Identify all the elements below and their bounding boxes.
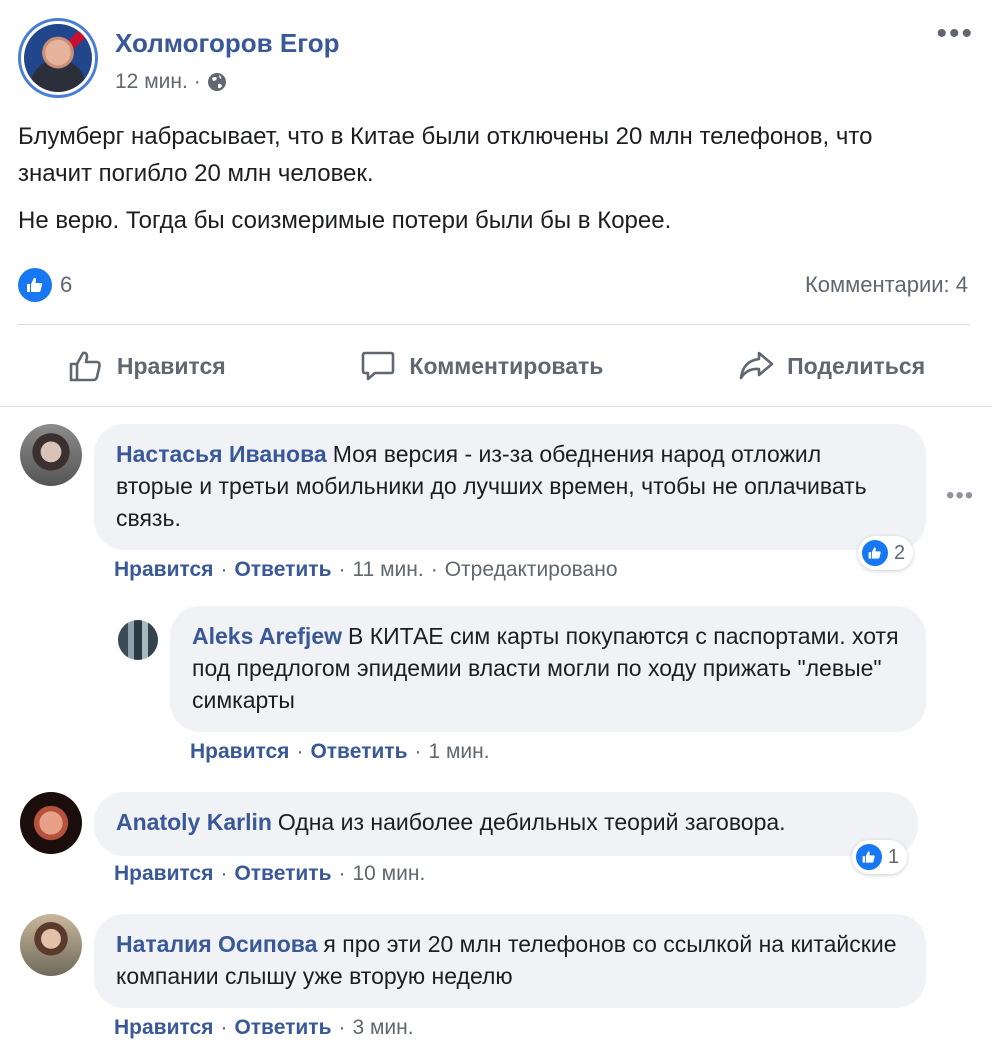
reactions-summary[interactable]: 6 xyxy=(18,268,72,302)
divider xyxy=(18,324,970,325)
comment-like-link[interactable]: Нравится xyxy=(114,558,213,581)
comment-button-label: Комментировать xyxy=(409,352,604,379)
comment-reaction-count: 2 xyxy=(894,541,906,564)
like-reaction-icon xyxy=(18,268,52,302)
comment-time[interactable]: 1 мин. xyxy=(428,740,489,763)
author-name[interactable]: Холмогоров Егор xyxy=(115,28,339,59)
action-bar: Нравится Комментировать Поделиться xyxy=(0,338,992,394)
like-reaction-icon xyxy=(854,842,884,872)
likes-count: 6 xyxy=(60,272,73,297)
comment-reply-link[interactable]: Ответить xyxy=(234,1016,331,1039)
like-button-label: Нравится xyxy=(116,352,226,379)
comment-time[interactable]: 3 мин. xyxy=(352,1016,413,1039)
post-options-icon[interactable]: ••• xyxy=(936,19,974,49)
comment-bubble: Aleks Arefjew В КИТАЕ сим карты покупаютс… xyxy=(170,606,926,732)
post-meta: 12 мин. · xyxy=(115,70,227,94)
comment-author[interactable]: Aleks Arefjew xyxy=(192,623,342,649)
commenter-avatar[interactable] xyxy=(20,914,82,976)
comment-actions: Нравится · Ответить · 3 мин. xyxy=(114,1016,414,1039)
post-paragraph-2: Не верю. Тогда бы соизмеримые потери был… xyxy=(18,207,672,234)
comment-bubble: Настасья Иванова Моя версия - из-за обедн… xyxy=(94,424,926,550)
divider xyxy=(0,406,992,407)
comment-reply-link[interactable]: Ответить xyxy=(234,558,331,581)
comment-text: Одна из наиболее дебильных теорий загово… xyxy=(277,809,786,835)
comment-reaction-count: 1 xyxy=(888,845,900,868)
post-header: Холмогоров Егор 12 мин. · ••• xyxy=(18,18,974,108)
comment-like-link[interactable]: Нравится xyxy=(190,740,289,763)
comment-like-link[interactable]: Нравится xyxy=(114,862,213,885)
comment-button[interactable]: Комментировать xyxy=(343,341,619,391)
share-button-label: Поделиться xyxy=(787,352,926,379)
author-avatar[interactable] xyxy=(18,18,98,98)
share-icon xyxy=(739,351,774,380)
comment-bubble: Наталия Осипова я про эти 20 млн телефоно… xyxy=(94,914,926,1008)
comment-time[interactable]: 11 мин. xyxy=(352,558,423,581)
comment-reply-link[interactable]: Ответить xyxy=(234,862,331,885)
globe-icon[interactable] xyxy=(207,72,227,92)
comments-count[interactable]: Комментарии: 4 xyxy=(805,272,968,298)
commenter-avatar[interactable] xyxy=(20,424,82,486)
thumbs-up-icon xyxy=(69,351,101,382)
comment-bubble: Anatoly Karlin Одна из наиболее дебильных… xyxy=(94,792,918,856)
comment-reactions[interactable]: 2 xyxy=(858,536,914,570)
comment-author[interactable]: Anatoly Karlin xyxy=(116,809,272,835)
comment-reply-link[interactable]: Ответить xyxy=(310,740,407,763)
post-text: Блумберг набрасывает, что в Китае были о… xyxy=(18,118,938,239)
post-time[interactable]: 12 мин. xyxy=(115,70,188,94)
comment-reactions[interactable]: 1 xyxy=(852,840,908,874)
comment-actions: Нравится · Ответить · 10 мин. xyxy=(114,862,426,885)
commenter-avatar[interactable] xyxy=(118,620,158,660)
comment-like-link[interactable]: Нравится xyxy=(114,1016,213,1039)
comment-actions: Нравится · Ответить · 11 мин. · Отредактирован… xyxy=(114,558,618,581)
comment-time[interactable]: 10 мин. xyxy=(352,862,425,885)
comment-actions: Нравится · Ответить · 1 мин. xyxy=(190,740,490,763)
comment-edited[interactable]: Отредактировано xyxy=(445,558,618,581)
post-paragraph-1: Блумберг набрасывает, что в Китае были о… xyxy=(18,123,873,187)
like-button[interactable]: Нравится xyxy=(51,341,242,391)
commenter-avatar[interactable] xyxy=(20,792,82,854)
meta-separator: · xyxy=(193,70,201,93)
comment-options-icon[interactable]: ••• xyxy=(946,482,974,510)
like-reaction-icon xyxy=(860,538,890,568)
comment-author[interactable]: Наталия Осипова xyxy=(116,931,317,957)
comment-author[interactable]: Настасья Иванова xyxy=(116,441,327,467)
share-button[interactable]: Поделиться xyxy=(721,341,941,391)
comment-icon xyxy=(362,351,395,381)
